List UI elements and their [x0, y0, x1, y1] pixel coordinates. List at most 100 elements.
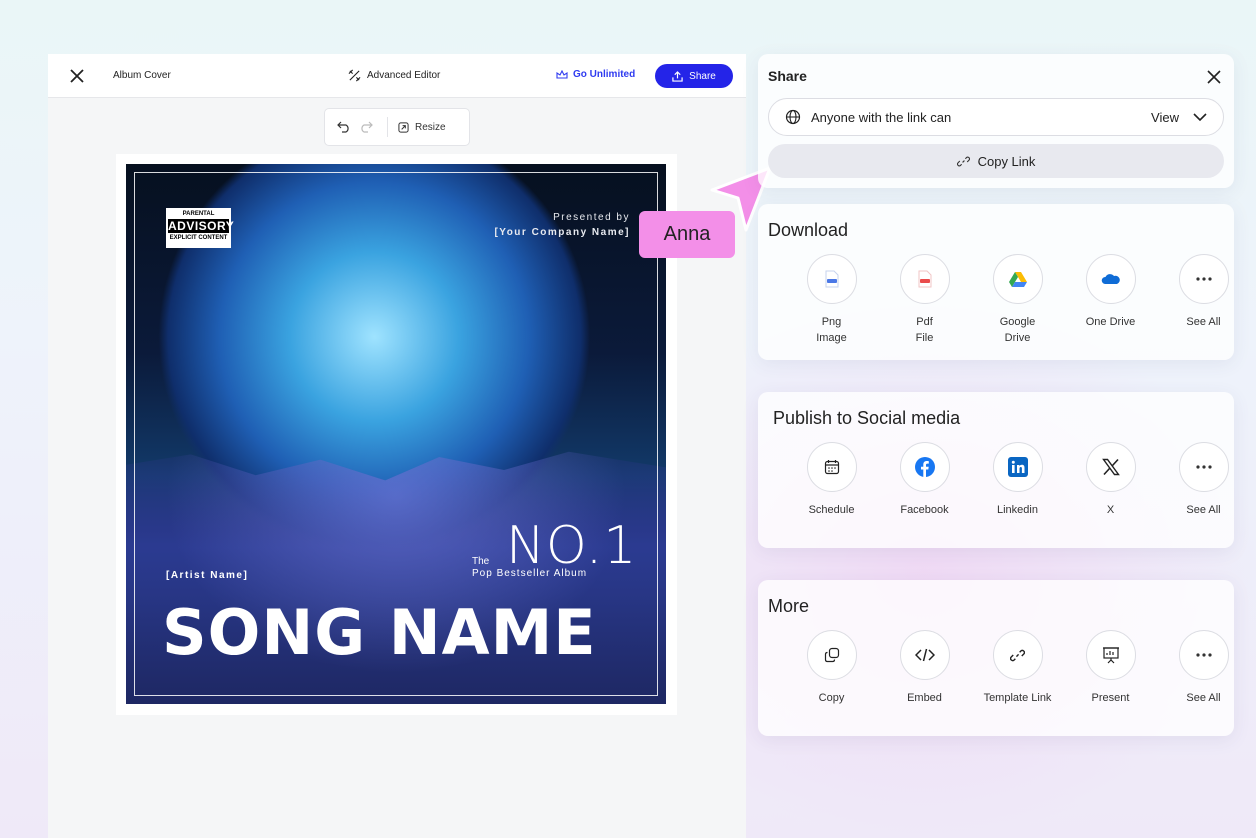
- download-card: Download Png Image Pdf File Google Drive…: [758, 204, 1234, 360]
- editor-panel: Album Cover Advanced Editor Go Unlimited…: [48, 54, 746, 838]
- copy-link-label: Copy Link: [977, 153, 1036, 169]
- download-onedrive-button[interactable]: One Drive: [1064, 254, 1157, 346]
- the-text: The: [472, 556, 490, 567]
- resize-button[interactable]: Resize: [398, 122, 446, 133]
- download-png-label: Png Image: [816, 316, 847, 344]
- link-permission-select[interactable]: Anyone with the link can View: [768, 98, 1224, 136]
- tools-icon: [348, 69, 361, 82]
- copy-icon: [806, 630, 857, 680]
- presented-by-text: Presented by: [553, 212, 630, 223]
- linkedin-label: Linkedin: [997, 504, 1038, 516]
- chevron-down-icon: [1193, 113, 1207, 122]
- share-title: Share: [768, 68, 807, 84]
- embed-icon: [899, 630, 950, 680]
- parental-advisory-label: PARENTAL ADVISORY EXPLICIT CONTENT: [166, 208, 235, 248]
- permission-value: View: [1151, 110, 1179, 125]
- go-unlimited-label: Go Unlimited: [573, 69, 636, 80]
- template-link-label: Template Link: [983, 692, 1052, 704]
- collaborator-name-tag: Anna: [639, 211, 735, 258]
- x-button[interactable]: X: [1064, 442, 1157, 518]
- download-google-drive-label: Google Drive: [999, 316, 1036, 344]
- artist-name-text: [Artist Name]: [166, 570, 249, 581]
- share-button-label: Share: [689, 70, 716, 82]
- copy-label: Copy: [818, 692, 845, 704]
- resize-icon: [398, 121, 409, 133]
- redo-icon[interactable]: [355, 116, 377, 138]
- advisory-top-text: PARENTAL: [182, 211, 215, 217]
- schedule-label: Schedule: [808, 504, 855, 516]
- more-icon: [1178, 254, 1229, 304]
- facebook-button[interactable]: Facebook: [878, 442, 971, 518]
- canvas-toolbar: Resize: [324, 108, 470, 146]
- toolbar-divider: [387, 117, 388, 137]
- globe-icon: [785, 109, 801, 125]
- number-text: NO.1: [506, 516, 638, 576]
- presented-by-block: Presented by [Your Company Name]: [494, 210, 630, 240]
- google-drive-icon: [992, 254, 1043, 304]
- share-card: Share Anyone with the link can View Copy…: [758, 54, 1234, 188]
- social-see-all-button[interactable]: See All: [1157, 442, 1250, 518]
- present-label: Present: [1091, 692, 1130, 704]
- more-card: More Copy Embed Template Link Present Se…: [758, 580, 1234, 736]
- x-icon: [1085, 442, 1136, 492]
- facebook-label: Facebook: [900, 504, 949, 516]
- social-title: Publish to Social media: [773, 408, 961, 428]
- download-see-all-button[interactable]: See All: [1157, 254, 1250, 346]
- present-icon: [1085, 630, 1136, 680]
- go-unlimited-button[interactable]: Go Unlimited: [556, 69, 635, 80]
- template-link-button[interactable]: Template Link: [971, 630, 1064, 706]
- more-icon: [1178, 442, 1229, 492]
- social-media-card: Publish to Social media Schedule Faceboo…: [758, 392, 1234, 548]
- design-canvas[interactable]: PARENTAL ADVISORY EXPLICIT CONTENT Prese…: [116, 154, 677, 715]
- link-icon: [956, 156, 970, 166]
- download-pdf-button[interactable]: Pdf File: [878, 254, 971, 346]
- number-one-block: The NO.1 Pop Bestseller Album: [472, 516, 636, 586]
- resize-label: Resize: [415, 121, 446, 133]
- more-icon: [1178, 630, 1229, 680]
- upload-icon: [672, 70, 683, 82]
- more-title: More: [768, 596, 810, 616]
- album-cover-artwork[interactable]: PARENTAL ADVISORY EXPLICIT CONTENT Prese…: [126, 164, 666, 704]
- permission-text: Anyone with the link can: [811, 110, 952, 125]
- embed-button[interactable]: Embed: [878, 630, 971, 706]
- copy-button[interactable]: Copy: [785, 630, 878, 706]
- company-name-text: [Your Company Name]: [494, 227, 630, 238]
- album-subtitle-text: Pop Bestseller Album: [472, 568, 588, 579]
- advanced-editor-label: Advanced Editor: [367, 70, 441, 81]
- share-button[interactable]: Share: [655, 64, 733, 88]
- download-see-all-label: See All: [1186, 316, 1221, 328]
- download-onedrive-label: One Drive: [1085, 316, 1136, 328]
- linkedin-icon: [992, 442, 1043, 492]
- more-see-all-button[interactable]: See All: [1157, 630, 1250, 706]
- schedule-button[interactable]: Schedule: [785, 442, 878, 518]
- advisory-main-text: ADVISORY: [168, 219, 235, 233]
- more-options: Copy Embed Template Link Present See All: [785, 630, 1250, 706]
- pdf-file-icon: [899, 254, 950, 304]
- social-see-all-label: See All: [1186, 504, 1221, 516]
- undo-icon[interactable]: [333, 116, 355, 138]
- editor-topbar: Album Cover Advanced Editor Go Unlimited…: [48, 54, 746, 98]
- download-png-button[interactable]: Png Image: [785, 254, 878, 346]
- png-file-icon: [806, 254, 857, 304]
- close-icon[interactable]: [68, 67, 86, 85]
- embed-label: Embed: [907, 692, 942, 704]
- download-google-drive-button[interactable]: Google Drive: [971, 254, 1064, 346]
- download-options: Png Image Pdf File Google Drive One Driv…: [785, 254, 1250, 346]
- download-title: Download: [768, 220, 849, 240]
- link-icon: [992, 630, 1043, 680]
- x-label: X: [1106, 504, 1115, 516]
- background-glow: [700, 300, 1256, 838]
- social-options: Schedule Facebook Linkedin X See All: [785, 442, 1250, 518]
- copy-link-button[interactable]: Copy Link: [768, 144, 1224, 178]
- more-see-all-label: See All: [1186, 692, 1221, 704]
- close-icon[interactable]: [1206, 69, 1222, 85]
- present-button[interactable]: Present: [1064, 630, 1157, 706]
- linkedin-button[interactable]: Linkedin: [971, 442, 1064, 518]
- document-title: Album Cover: [113, 70, 171, 81]
- advisory-bottom-text: EXPLICIT CONTENT: [169, 235, 228, 241]
- download-pdf-label: Pdf File: [915, 316, 934, 344]
- song-name-text: SONG NAME: [162, 596, 597, 669]
- advanced-editor-button[interactable]: Advanced Editor: [348, 69, 440, 82]
- calendar-icon: [806, 442, 857, 492]
- facebook-icon: [899, 442, 950, 492]
